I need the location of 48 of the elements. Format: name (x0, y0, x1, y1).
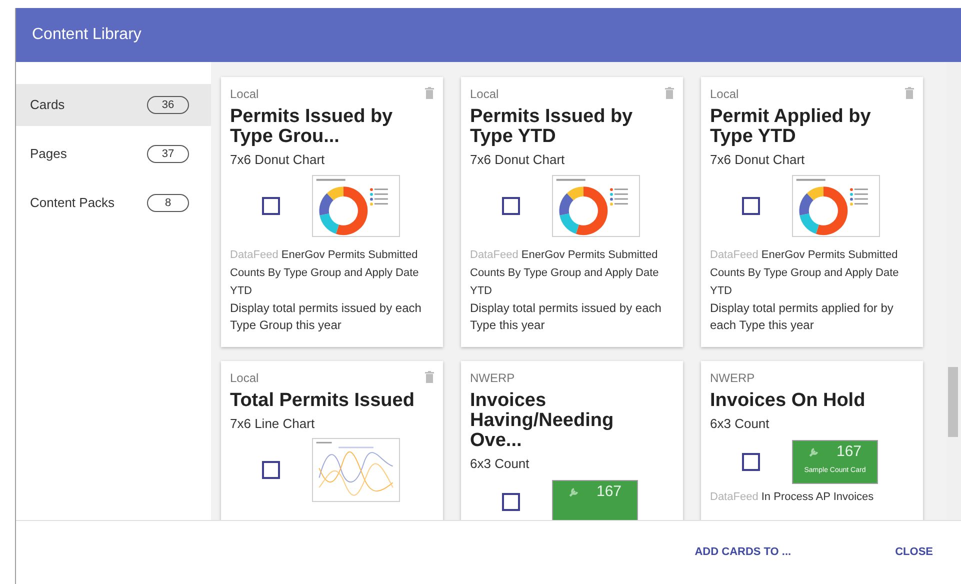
card-source: Local (230, 371, 259, 385)
wrench-icon (808, 446, 820, 458)
datafeed-text: DataFeed EnerGov Permits Submitted Counts By Type Group and Apply Date YTD (710, 248, 900, 299)
sidebar-label: Pages (30, 145, 67, 164)
card-subtitle: 6x3 Count (470, 456, 530, 472)
card-subtitle: 7x6 Line Chart (230, 416, 316, 432)
card-description: Display total permits applied for by each Type this year (710, 300, 894, 334)
card-title: Permits Issued by Type Grou... (230, 107, 394, 147)
count-value: 167 (596, 483, 622, 501)
dialog-title: Content Library (32, 25, 142, 45)
sidebar-label: Cards (30, 96, 65, 114)
sidebar-item[interactable]: Content Packs 8 (16, 182, 211, 224)
footer-button[interactable]: ADD CARDS TO ... (692, 538, 794, 567)
card-description: Display total permits issued by each Type this year (470, 300, 662, 334)
card-source: Local (230, 87, 259, 101)
datafeed-text: DataFeed EnerGov Permits Submitted Counts By Type Group and Apply Date YTD (470, 248, 660, 299)
checkbox[interactable] (742, 453, 760, 471)
card-title: Invoices On Hold (710, 391, 866, 411)
card-title: Permit Applied by Type YTD (710, 107, 872, 147)
checkbox[interactable] (502, 197, 520, 215)
card-subtitle: 6x3 Count (710, 416, 770, 432)
checkbox[interactable] (262, 461, 280, 479)
sidebar-label: Content Packs (30, 194, 115, 212)
card-source: NWERP (470, 371, 515, 385)
datafeed-text: DataFeed EnerGov Permits Submitted Counts By Type Group and Apply Date YTD (230, 248, 420, 299)
card-title: Total Permits Issued (230, 391, 416, 411)
sidebar-item[interactable]: Pages 37 (16, 133, 211, 175)
card-source: Local (470, 87, 499, 101)
checkbox[interactable] (502, 493, 520, 511)
card-title: Invoices Having/Needing Ove... (470, 391, 615, 451)
card-source: Local (710, 87, 739, 101)
count-badge: 36 (147, 96, 189, 114)
wrench-icon (568, 486, 580, 498)
card-subtitle: 7x6 Donut Chart (710, 152, 806, 168)
card-source: NWERP (710, 371, 755, 385)
card-description: Display total permits issued by each Type Group this year (230, 300, 422, 334)
sidebar-item[interactable]: Cards 36 (16, 84, 211, 126)
card-subtitle: 7x6 Donut Chart (470, 152, 566, 168)
footer-button[interactable]: CLOSE (893, 538, 935, 567)
count-value: 167 (836, 443, 862, 461)
checkbox[interactable] (262, 197, 280, 215)
count-badge: 37 (147, 145, 189, 163)
checkbox[interactable] (742, 197, 760, 215)
count-badge: 8 (147, 194, 189, 212)
scrollbar-thumb[interactable] (948, 367, 958, 437)
card-title: Permits Issued by Type YTD (470, 107, 634, 147)
card-subtitle: 7x6 Donut Chart (230, 152, 326, 168)
datafeed-text: DataFeed In Process AP Invoices (710, 490, 875, 505)
